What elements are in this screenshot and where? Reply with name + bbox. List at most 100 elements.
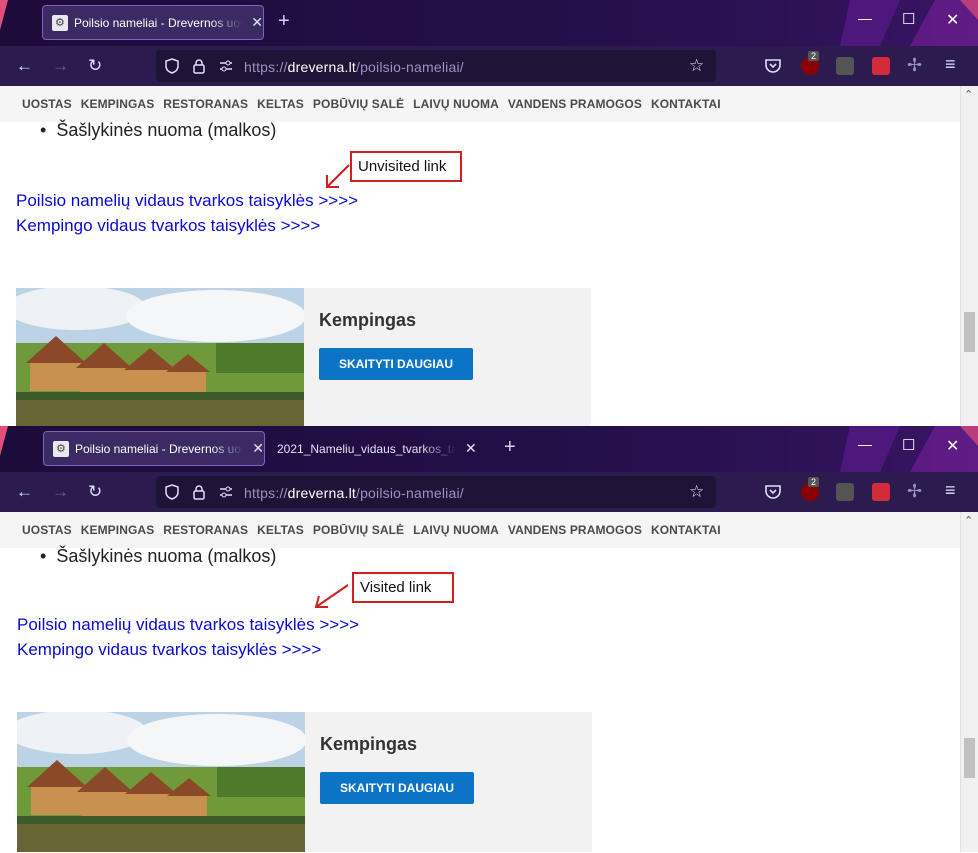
list-item: Šašlykinės nuoma (malkos) <box>40 120 276 141</box>
reload-icon[interactable]: ↻ <box>88 56 102 76</box>
pocket-icon[interactable] <box>764 57 782 75</box>
menu-hamburger-icon[interactable]: ≡ <box>945 54 956 75</box>
shield-icon[interactable] <box>164 484 180 500</box>
url-scheme: https:// <box>244 485 288 501</box>
tab-close-icon[interactable]: ✕ <box>252 440 264 457</box>
menu-item-kempingas[interactable]: KEMPINGAS <box>81 97 155 111</box>
ext-badge: 2 <box>808 51 820 61</box>
cabins-photo <box>17 712 305 852</box>
browser-window-top: ⚙ Poilsio nameliai - Drevernos uos ✕ + —… <box>0 0 978 426</box>
rules-link-cottages[interactable]: Poilsio namelių vidaus tvarkos taisyklės… <box>17 615 359 635</box>
annotation-box: Unvisited link <box>350 151 462 182</box>
menu-item-kempingas[interactable]: KEMPINGAS <box>81 523 155 537</box>
url-bar[interactable]: https://dreverna.lt/poilsio-nameliai/ ☆ <box>156 50 716 82</box>
menu-item-restoranas[interactable]: RESTORANAS <box>163 523 248 537</box>
tab-poilsio-nameliai[interactable]: ⚙ Poilsio nameliai - Drevernos uos ✕ <box>42 5 264 40</box>
extension-se-icon[interactable] <box>836 483 854 501</box>
menu-item-kontaktai[interactable]: KONTAKTAI <box>651 97 721 111</box>
rules-link-camping[interactable]: Kempingo vidaus tvarkos taisyklės >>>> <box>17 640 321 660</box>
site-favicon-icon: ⚙ <box>52 14 68 31</box>
reload-icon[interactable]: ↻ <box>88 482 102 502</box>
card-title: Kempingas <box>319 310 417 330</box>
minimize-button[interactable]: — <box>858 10 872 26</box>
forward-arrow-icon[interactable]: → <box>52 56 69 76</box>
url-host: dreverna.lt <box>287 59 356 75</box>
close-window-button[interactable]: ✕ <box>946 436 959 456</box>
menu-item-vandens-pramogos[interactable]: VANDENS PRAMOGOS <box>508 97 642 111</box>
menu-item-keltas[interactable]: KELTAS <box>257 523 304 537</box>
lock-icon[interactable] <box>192 58 206 74</box>
nav-bar: ← → ↻ https://dreverna.lt/poilsio-nameli… <box>0 46 978 86</box>
extension-se-icon[interactable] <box>836 57 854 75</box>
permissions-icon[interactable] <box>218 484 234 500</box>
url-path: /poilsio-nameliai/ <box>355 59 464 75</box>
forward-arrow-icon[interactable]: → <box>52 482 69 502</box>
new-tab-button[interactable]: + <box>278 10 290 33</box>
tab-title: Poilsio nameliai - Drevernos uos <box>73 15 244 30</box>
menu-item-vandens-pramogos[interactable]: VANDENS PRAMOGOS <box>508 523 642 537</box>
tab-close-icon[interactable]: ✕ <box>251 14 263 31</box>
kempingas-card: Kempingas SKAITYTI DAUGIAU <box>17 712 592 852</box>
site-menu: UOSTAS KEMPINGAS RESTORANAS KELTAS POBŪV… <box>0 86 961 122</box>
browser-window-bottom: ⚙ Poilsio nameliai - Drevernos uos ✕ 202… <box>0 426 978 853</box>
menu-item-keltas[interactable]: KELTAS <box>257 97 304 111</box>
shield-icon[interactable] <box>164 58 180 74</box>
scroll-thumb[interactable] <box>964 312 975 352</box>
url-text: https://dreverna.lt/poilsio-nameliai/ <box>244 59 464 75</box>
menu-hamburger-icon[interactable]: ≡ <box>945 480 956 501</box>
read-more-button[interactable]: SKAITYTI DAUGIAU <box>319 348 473 380</box>
bookmark-star-icon[interactable]: ☆ <box>689 482 704 502</box>
read-more-button[interactable]: SKAITYTI DAUGIAU <box>320 772 474 804</box>
tab-title: 2021_Nameliu_vidaus_tvarkos_taisy <box>277 441 457 456</box>
list-item: Šašlykinės nuoma (malkos) <box>40 546 276 567</box>
permissions-icon[interactable] <box>218 58 234 74</box>
tab-title: Poilsio nameliai - Drevernos uos <box>74 441 245 456</box>
kempingas-card: Kempingas SKAITYTI DAUGIAU <box>16 288 591 426</box>
url-scheme: https:// <box>244 59 288 75</box>
back-arrow-icon[interactable]: ← <box>16 56 33 76</box>
lock-icon[interactable] <box>192 484 206 500</box>
url-bar[interactable]: https://dreverna.lt/poilsio-nameliai/ ☆ <box>156 476 716 508</box>
maximize-button[interactable]: ☐ <box>902 436 915 454</box>
card-title: Kempingas <box>320 734 418 754</box>
title-bar: ⚙ Poilsio nameliai - Drevernos uos ✕ + —… <box>0 0 978 46</box>
pocket-icon[interactable] <box>764 483 782 501</box>
close-window-button[interactable]: ✕ <box>946 10 959 30</box>
tab-pdf-rules[interactable]: 2021_Nameliu_vidaus_tvarkos_taisy ✕ <box>270 431 492 466</box>
menu-item-pobuviu-sale[interactable]: POBŪVIŲ SALĖ <box>313 97 404 111</box>
annotation-box: Visited link <box>352 572 454 603</box>
menu-item-uostas[interactable]: UOSTAS <box>22 523 72 537</box>
rules-link-camping[interactable]: Kempingo vidaus tvarkos taisyklės >>>> <box>16 216 320 236</box>
scrollbar[interactable]: ⌃ <box>960 512 978 852</box>
title-bar: ⚙ Poilsio nameliai - Drevernos uos ✕ 202… <box>0 426 978 472</box>
extension-red-icon[interactable] <box>872 483 890 501</box>
url-text: https://dreverna.lt/poilsio-nameliai/ <box>244 485 464 501</box>
menu-item-laivu-nuoma[interactable]: LAIVŲ NUOMA <box>413 523 499 537</box>
minimize-button[interactable]: — <box>858 436 872 452</box>
scroll-thumb[interactable] <box>964 738 975 778</box>
rules-link-cottages[interactable]: Poilsio namelių vidaus tvarkos taisyklės… <box>16 191 358 211</box>
scrollbar[interactable]: ⌃ <box>960 86 978 426</box>
tab-poilsio-nameliai[interactable]: ⚙ Poilsio nameliai - Drevernos uos ✕ <box>43 431 265 466</box>
ext-badge: 2 <box>808 477 820 487</box>
url-path: /poilsio-nameliai/ <box>355 485 464 501</box>
extension-red-icon[interactable] <box>872 57 890 75</box>
extension-move-icon[interactable]: ✢ <box>907 481 922 502</box>
maximize-button[interactable]: ☐ <box>902 10 915 28</box>
menu-item-restoranas[interactable]: RESTORANAS <box>163 97 248 111</box>
menu-item-kontaktai[interactable]: KONTAKTAI <box>651 523 721 537</box>
tab-close-icon[interactable]: ✕ <box>465 440 477 457</box>
extension-move-icon[interactable]: ✢ <box>907 55 922 76</box>
theme-decoration-left <box>0 426 8 456</box>
new-tab-button[interactable]: + <box>504 436 516 459</box>
bookmark-star-icon[interactable]: ☆ <box>689 56 704 76</box>
back-arrow-icon[interactable]: ← <box>16 482 33 502</box>
menu-item-pobuviu-sale[interactable]: POBŪVIŲ SALĖ <box>313 523 404 537</box>
menu-item-laivu-nuoma[interactable]: LAIVŲ NUOMA <box>413 97 499 111</box>
theme-decoration-left <box>0 0 8 30</box>
scroll-up-icon[interactable]: ⌃ <box>964 514 973 527</box>
scroll-up-icon[interactable]: ⌃ <box>964 88 973 101</box>
annotation-arrow-icon <box>326 164 350 188</box>
site-favicon-icon: ⚙ <box>53 440 69 457</box>
menu-item-uostas[interactable]: UOSTAS <box>22 97 72 111</box>
